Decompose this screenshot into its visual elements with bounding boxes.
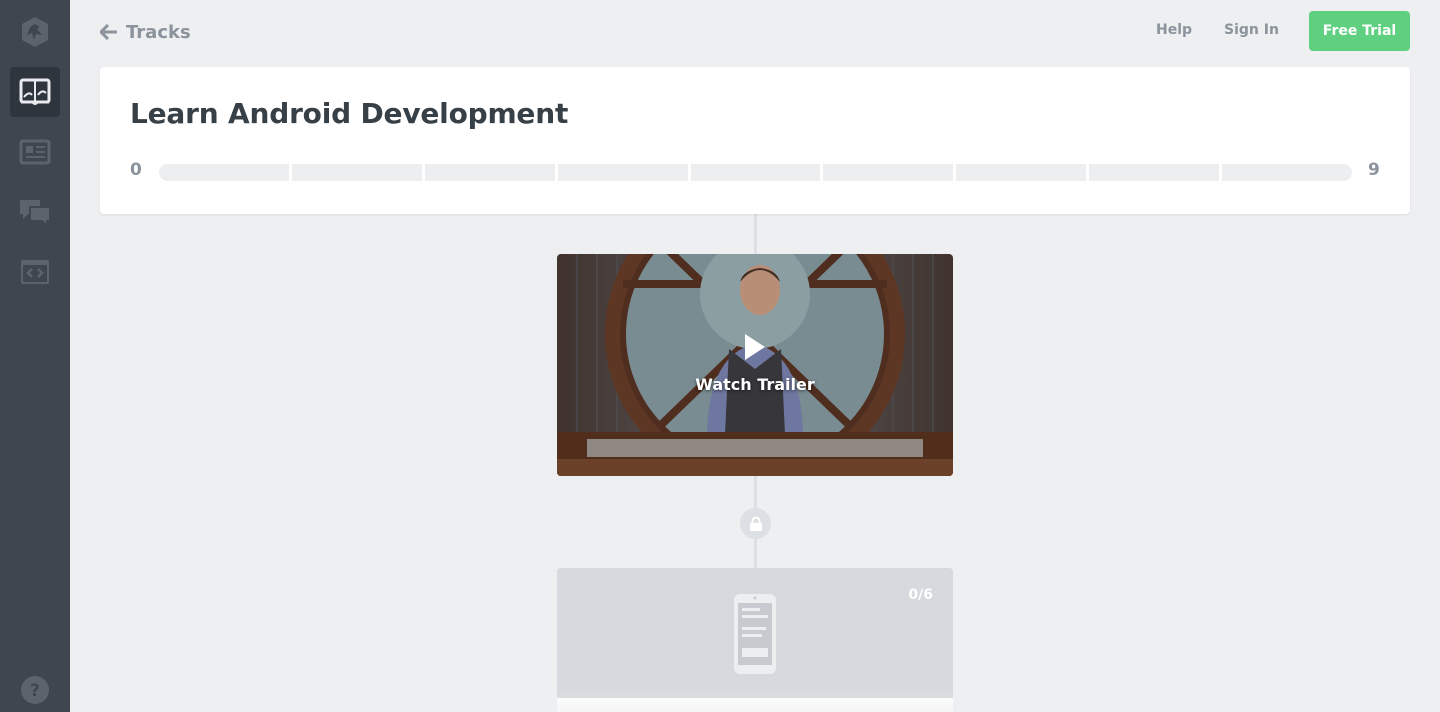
- help-link[interactable]: Help: [1156, 22, 1192, 38]
- progress-segment: [557, 164, 688, 181]
- progress-segment: [956, 164, 1087, 181]
- sidebar: ?: [0, 0, 70, 712]
- watch-trailer-label: Watch Trailer: [695, 375, 815, 394]
- track-header-card: Learn Android Development 0 9: [100, 67, 1410, 214]
- back-link-label: Tracks: [126, 21, 191, 43]
- sign-in-link[interactable]: Sign In: [1224, 22, 1279, 38]
- tracks-book-icon[interactable]: [10, 67, 60, 117]
- lock-icon: [740, 508, 771, 539]
- timeline-connector: [754, 214, 757, 254]
- progress-segment: [1089, 164, 1220, 181]
- course-card-body: [557, 698, 953, 712]
- progress-segment: [823, 164, 954, 181]
- progress-segment: [291, 164, 422, 181]
- course-card[interactable]: 0/6: [557, 568, 953, 712]
- arrow-left-icon: [100, 24, 117, 40]
- progress-segment: [159, 164, 289, 181]
- help-question-icon[interactable]: ?: [10, 665, 60, 712]
- back-to-tracks-link[interactable]: Tracks: [100, 20, 191, 44]
- progress-start-label: 0: [130, 160, 142, 180]
- progress-end-label: 9: [1368, 160, 1380, 180]
- workspaces-code-icon[interactable]: [10, 247, 60, 297]
- course-progress-count: 0/6: [908, 587, 933, 603]
- progress-segment: [1222, 164, 1353, 181]
- svg-text:?: ?: [30, 681, 40, 701]
- progress-segment: [424, 164, 555, 181]
- timeline-connector: [754, 476, 757, 508]
- timeline-connector: [754, 539, 757, 568]
- trailer-thumbnail-image: [557, 254, 953, 476]
- treehouse-logo-icon[interactable]: [10, 7, 60, 57]
- track-progress-bar: [159, 164, 1353, 181]
- community-chat-icon[interactable]: [10, 187, 60, 237]
- progress-segment: [690, 164, 821, 181]
- android-phone-icon: [734, 594, 776, 674]
- library-icon[interactable]: [10, 127, 60, 177]
- play-icon[interactable]: [743, 332, 767, 362]
- track-title: Learn Android Development: [130, 97, 569, 130]
- watch-trailer-video[interactable]: Watch Trailer: [557, 254, 953, 476]
- free-trial-button[interactable]: Free Trial: [1309, 11, 1410, 51]
